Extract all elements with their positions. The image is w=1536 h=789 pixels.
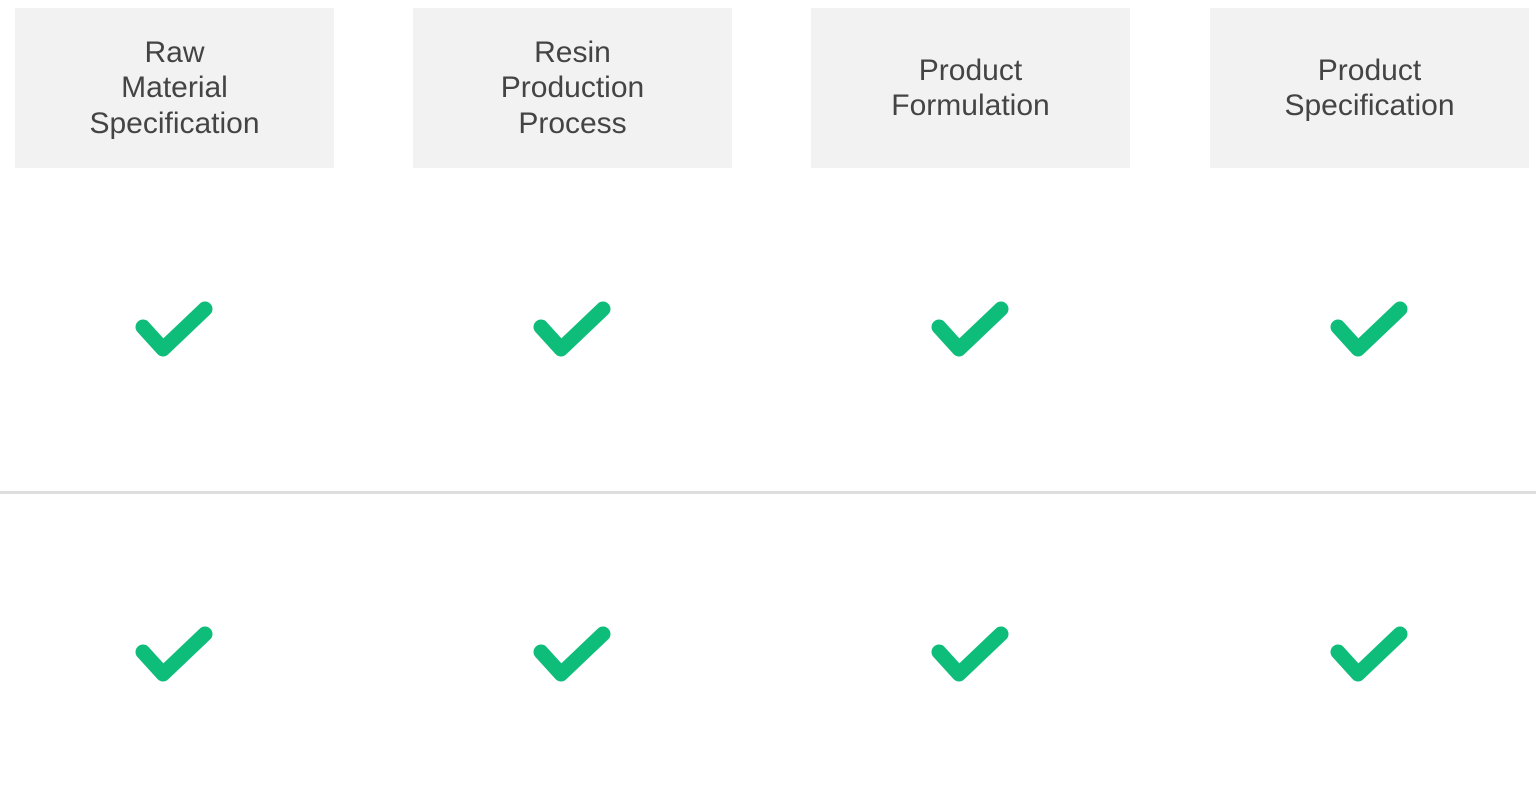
column-header-resin-production-process: Resin Production Process — [413, 8, 732, 168]
check-icon — [1327, 299, 1411, 363]
column-header-raw-material-specification: Raw Material Specification — [15, 8, 334, 168]
column-header-product-specification: Product Specification — [1210, 8, 1529, 168]
check-icon — [928, 299, 1012, 363]
row-divider — [0, 491, 1536, 494]
check-icon — [132, 299, 216, 363]
check-icon — [132, 624, 216, 688]
check-icon — [530, 624, 614, 688]
check-icon — [1327, 624, 1411, 688]
check-icon — [928, 624, 1012, 688]
check-icon — [530, 299, 614, 363]
column-header-product-formulation: Product Formulation — [811, 8, 1130, 168]
